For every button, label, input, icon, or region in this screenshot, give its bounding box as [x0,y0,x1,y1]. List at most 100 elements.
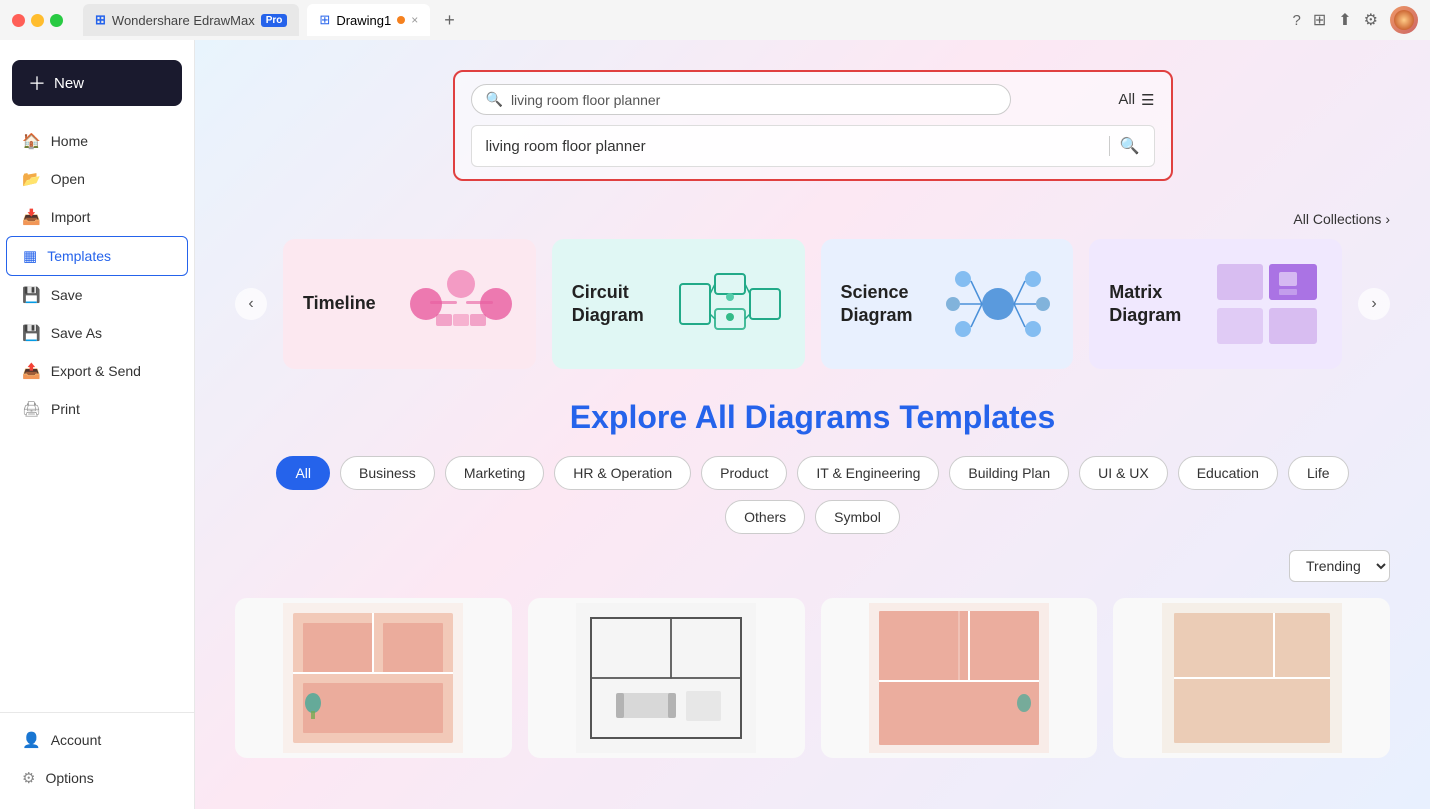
table-row[interactable] [821,598,1098,758]
card-label-matrix: Matrix Diagram [1109,281,1212,328]
search-bar-compact[interactable]: 🔍 [471,84,1011,115]
minimize-button[interactable] [31,14,44,27]
sidebar-label-import: Import [51,209,91,225]
sidebar-item-home[interactable]: 🏠 Home [6,122,188,160]
sidebar-item-print[interactable]: 🖨 Print [6,390,188,428]
filter-it[interactable]: IT & Engineering [797,456,939,490]
filter-tags: All Business Marketing HR & Operation Pr… [235,456,1390,534]
card-label-science: Science Diagram [841,281,944,328]
new-tab-button[interactable]: + [438,10,461,31]
filter-symbol[interactable]: Symbol [815,500,900,534]
sidebar-label-account: Account [51,732,102,748]
titlebar-actions: ? ⊞ ⬆ ⚙ [1293,6,1419,34]
search-submit-button[interactable]: 🔍 [1120,136,1140,156]
open-icon: 📂 [22,170,41,188]
card-label-circuit: Circuit Diagram [572,281,675,328]
tab-unsaved-dot [397,16,405,24]
sidebar-label-templates: Templates [47,248,111,264]
maximize-button[interactable] [50,14,63,27]
filter-business[interactable]: Business [340,456,435,490]
sidebar-item-templates[interactable]: ▦ Templates [6,236,188,276]
sidebar-label-home: Home [51,133,88,149]
drawing-tab[interactable]: ⊞ Drawing1 × [307,4,430,36]
app-tab[interactable]: ⊞ Wondershare EdrawMax Pro [83,4,299,36]
search-input-expanded[interactable] [486,138,1099,155]
table-row[interactable] [235,598,512,758]
filter-education[interactable]: Education [1178,456,1278,490]
filter-product[interactable]: Product [701,456,787,490]
template-thumb-3 [821,598,1098,758]
card-label-timeline: Timeline [303,292,376,315]
plus-icon: ＋ [28,70,46,96]
card-image-matrix [1212,259,1322,349]
sidebar-item-export[interactable]: 📤 Export & Send [6,352,188,390]
search-outer-box: 🔍 All ☰ 🔍 [453,70,1173,181]
all-collections-link[interactable]: All Collections › [1293,211,1390,227]
sidebar-item-options[interactable]: ⚙ Options [6,759,188,797]
template-card-matrix[interactable]: Matrix Diagram [1089,239,1342,369]
trending-select[interactable]: Trending Newest Popular [1289,550,1390,582]
all-menu-icon: ☰ [1141,91,1154,109]
sidebar-item-account[interactable]: 👤 Account [6,721,188,759]
search-divider [1109,136,1110,156]
template-card-timeline[interactable]: Timeline [283,239,536,369]
search-section: 🔍 All ☰ 🔍 [195,40,1430,201]
tab-close-icon[interactable]: × [411,13,418,27]
filter-building[interactable]: Building Plan [949,456,1069,490]
app-tab-label: Wondershare EdrawMax [112,13,255,28]
template-thumb-2 [528,598,805,758]
card-image-circuit [675,259,785,349]
filter-ui[interactable]: UI & UX [1079,456,1168,490]
sidebar-item-saveas[interactable]: 💾 Save As [6,314,188,352]
search-expanded[interactable]: 🔍 [471,125,1155,167]
filter-hr[interactable]: HR & Operation [554,456,691,490]
collections-header: All Collections › [235,211,1390,227]
new-button[interactable]: ＋ New [12,60,182,106]
search-top-row: 🔍 All ☰ [471,84,1155,115]
share-icon[interactable]: ⬆ [1338,10,1351,30]
card-image-timeline [406,259,516,349]
filter-others[interactable]: Others [725,500,805,534]
all-toggle[interactable]: All ☰ [1118,91,1154,109]
account-icon: 👤 [22,731,41,749]
sidebar-item-open[interactable]: 📂 Open [6,160,188,198]
all-label: All [1118,91,1135,108]
saveas-icon: 💾 [22,324,41,342]
filter-marketing[interactable]: Marketing [445,456,544,490]
template-thumb-4 [1113,598,1390,758]
card-image-science [943,259,1053,349]
sidebar-item-import[interactable]: 📥 Import [6,198,188,236]
close-button[interactable] [12,14,25,27]
filter-life[interactable]: Life [1288,456,1349,490]
cards-next-button[interactable]: › [1358,288,1390,320]
cards-prev-button[interactable]: ‹ [235,288,267,320]
chevron-right-icon: › [1385,211,1390,227]
print-icon: 🖨 [22,400,41,418]
template-cards-row: ‹ Timeline [235,239,1390,369]
all-collections-label: All Collections [1293,211,1381,227]
home-icon: 🏠 [22,132,41,150]
main-layout: ＋ New 🏠 Home 📂 Open 📥 Import ▦ Templates… [0,40,1430,809]
sidebar-item-save[interactable]: 💾 Save [6,276,188,314]
template-grid [235,598,1390,778]
sidebar-label-print: Print [51,401,80,417]
avatar[interactable] [1390,6,1418,34]
content-area: 🔍 All ☰ 🔍 All Collec [195,40,1430,809]
filter-all[interactable]: All [276,456,330,490]
new-button-label: New [54,75,84,92]
sidebar-label-saveas: Save As [51,325,102,341]
search-icon-compact: 🔍 [486,91,503,108]
template-card-science[interactable]: Science Diagram [821,239,1074,369]
sidebar-label-options: Options [45,770,93,786]
template-card-circuit[interactable]: Circuit Diagram [552,239,805,369]
table-row[interactable] [528,598,805,758]
table-row[interactable] [1113,598,1390,758]
search-input-compact[interactable] [511,92,996,108]
help-icon[interactable]: ? [1293,12,1301,29]
apps-icon[interactable]: ⊞ [1313,10,1326,30]
titlebar: ⊞ Wondershare EdrawMax Pro ⊞ Drawing1 × … [0,0,1430,40]
settings-icon[interactable]: ⚙ [1364,10,1378,30]
import-icon: 📥 [22,208,41,226]
export-icon: 📤 [22,362,41,380]
tab-bar: ⊞ Wondershare EdrawMax Pro ⊞ Drawing1 × … [83,4,461,36]
